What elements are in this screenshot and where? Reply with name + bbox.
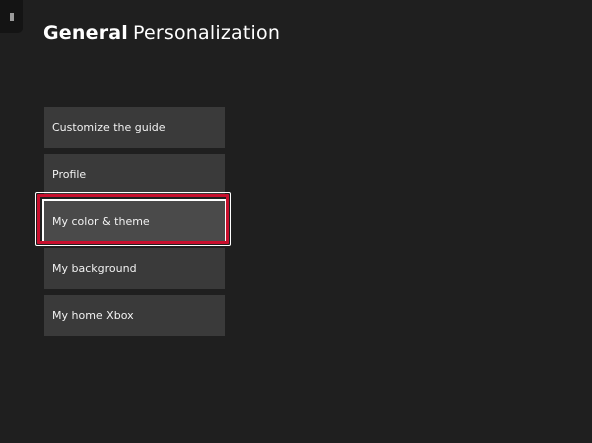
personalization-menu: Customize the guide Profile My color & t… (42, 107, 227, 342)
grip-dots-icon (10, 13, 14, 21)
title-section: General (43, 22, 128, 44)
menu-item-background[interactable]: My background (44, 248, 225, 289)
menu-item-home-xbox[interactable]: My home Xbox (44, 295, 225, 336)
corner-tab[interactable] (0, 0, 23, 33)
title-page: Personalization (133, 22, 281, 44)
menu-item-customize-guide[interactable]: Customize the guide (44, 107, 225, 148)
menu-item-profile[interactable]: Profile (44, 154, 225, 195)
menu-item-color-theme[interactable]: My color & theme (42, 199, 227, 244)
page-title: General Personalization (43, 21, 280, 45)
